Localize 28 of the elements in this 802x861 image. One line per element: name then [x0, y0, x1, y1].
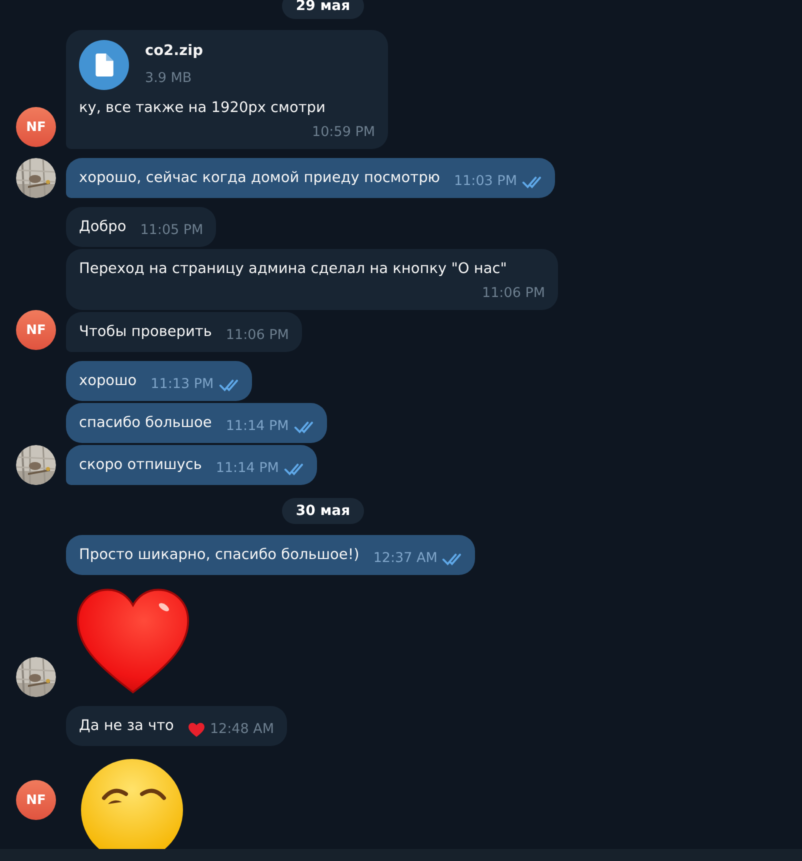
message-text: Чтобы проверить: [79, 323, 212, 342]
message-text: Просто шикарно, спасибо большое!): [79, 546, 360, 565]
user-avatar[interactable]: NF: [16, 310, 56, 350]
file-download-icon[interactable]: [79, 40, 129, 90]
message-time: 12:37 AM: [373, 549, 438, 568]
message-text: спасибо большое: [79, 414, 212, 433]
file-name: co2.zip: [145, 42, 203, 61]
smiley-icon: [80, 758, 184, 849]
message-text: Добро: [79, 218, 126, 237]
message-text: ку, все также на 1920px смотри: [79, 99, 326, 118]
message-time: 11:13 PM: [150, 375, 214, 394]
message-text: хорошо: [79, 372, 137, 391]
message-time: 11:03 PM: [454, 172, 517, 191]
message-text: Переход на страницу админа сделал на кнопку "О нас": [79, 260, 507, 279]
date-label: 30 мая: [282, 498, 364, 524]
message-time: 12:48 AM: [210, 720, 274, 739]
message-text: Да не за что: [79, 717, 174, 736]
user-avatar[interactable]: NF: [16, 780, 56, 820]
user-avatar[interactable]: NF: [16, 107, 56, 147]
file-size: 3.9 MB: [145, 69, 193, 88]
message-text: скоро отпишусь: [79, 456, 202, 475]
message-text: хорошо, сейчас когда домой приеду посмотрю: [79, 169, 440, 188]
message-time: 11:06 PM: [482, 284, 545, 303]
message-time: 10:59 PM: [312, 123, 375, 142]
message-time: 11:14 PM: [216, 459, 279, 478]
message-time: 11:05 PM: [140, 221, 204, 240]
message-time: 11:14 PM: [226, 417, 289, 436]
message-time: 11:06 PM: [226, 326, 289, 345]
